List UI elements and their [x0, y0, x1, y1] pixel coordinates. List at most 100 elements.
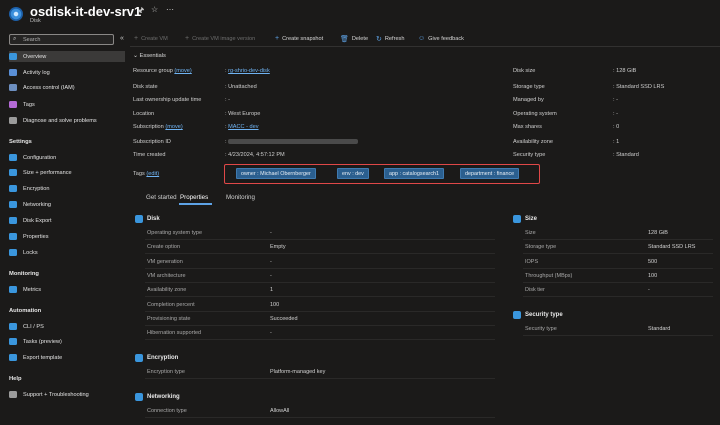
property-key: Provisioning state	[147, 315, 191, 322]
sidebar-item-label: Disk Export	[23, 217, 52, 224]
move-link[interactable]: (move)	[174, 68, 191, 74]
sidebar-item-encryption[interactable]: Encryption	[9, 183, 125, 194]
lock-icon	[9, 249, 17, 256]
essentials-value: : Unattached	[225, 84, 257, 90]
pin-icon[interactable]: 🖈︎	[137, 5, 144, 19]
essentials-value: : -	[613, 97, 618, 103]
tag-chip[interactable]: department : finance	[460, 168, 520, 179]
section-title: Disk	[135, 215, 160, 223]
delete-button[interactable]: 🗑︎ Delete	[340, 35, 368, 43]
feedback-icon: ☺	[418, 35, 426, 42]
sidebar-item-tasks-preview[interactable]: Tasks (preview)	[9, 336, 125, 347]
encryption-icon	[135, 354, 143, 362]
sidebar-item-metrics[interactable]: Metrics	[9, 284, 125, 295]
essentials-key: Max shares	[513, 124, 542, 130]
property-value: 100	[270, 301, 280, 308]
configuration-icon	[9, 154, 17, 161]
property-key: Connection type	[147, 408, 187, 414]
plus-icon: +	[275, 35, 280, 42]
sidebar-item-networking[interactable]: Networking	[9, 199, 125, 210]
essentials-value: :	[225, 139, 359, 145]
sidebar-item-label: Support + Troubleshooting	[23, 391, 89, 398]
sidebar-item-support-troubleshooting[interactable]: Support + Troubleshooting	[9, 389, 125, 400]
essentials-key: Time created	[133, 152, 166, 158]
sidebar-item-disk-export[interactable]: Disk Export	[9, 215, 125, 226]
sidebar-item-configuration[interactable]: Configuration	[9, 152, 125, 163]
networking-icon	[9, 201, 17, 208]
property-key: VM generation	[147, 258, 183, 265]
collapse-sidebar-icon[interactable]: «	[120, 35, 124, 42]
give-feedback-button[interactable]: ☺ Give feedback	[418, 35, 464, 42]
search-input[interactable]: ⌕ Search	[9, 34, 114, 45]
create-snapshot-button[interactable]: + Create snapshot	[275, 35, 323, 42]
create-vm-image-button[interactable]: + Create VM image version	[185, 35, 255, 42]
row-divider	[145, 296, 495, 298]
tag-chip[interactable]: owner : Michael Obernberger	[236, 168, 316, 179]
star-icon[interactable]: ☆	[151, 5, 158, 14]
tasks-icon	[9, 338, 17, 345]
subscription-link[interactable]: MACC - dev	[228, 124, 258, 130]
tab-properties[interactable]: Properties	[180, 194, 208, 201]
essentials-key: Last ownership update time	[133, 97, 202, 103]
property-key: Create option	[147, 244, 181, 251]
sidebar-item-tags[interactable]: Tags	[9, 99, 125, 110]
section-title: Networking	[135, 393, 180, 401]
page-title: osdisk-it-dev-srv1	[30, 4, 142, 19]
essentials-key: Subscription ID	[133, 139, 171, 145]
sidebar-item-label: Locks	[23, 249, 38, 256]
edit-tags-link[interactable]: (edit)	[146, 171, 159, 177]
export-icon	[9, 217, 17, 224]
disk-icon	[135, 215, 143, 223]
refresh-button[interactable]: ↻ Refresh	[376, 35, 404, 43]
section-title: Size	[513, 215, 537, 223]
essentials-row: Resource group (move)	[133, 68, 192, 74]
sidebar-item-diagnose-and-solve-problems[interactable]: Diagnose and solve problems	[9, 115, 125, 126]
property-value: 100	[648, 272, 658, 279]
tag-chip[interactable]: env : dev	[337, 168, 369, 179]
security-icon	[513, 311, 521, 319]
row-divider	[145, 239, 495, 240]
property-key: Availability zone	[147, 287, 187, 294]
essentials-key: Operating system	[513, 111, 557, 117]
property-value: -	[270, 330, 272, 337]
property-key: Completion percent	[147, 301, 195, 308]
tab-get-started[interactable]: Get started	[146, 194, 177, 201]
sidebar-item-activity-log[interactable]: Activity log	[9, 67, 125, 78]
refresh-icon: ↻	[376, 36, 382, 43]
essentials-value: : 128 GiB	[613, 68, 637, 74]
move-link[interactable]: (move)	[165, 124, 182, 130]
essentials-value: : 1	[613, 139, 620, 145]
sidebar-section-title: Settings	[9, 139, 32, 145]
essentials-toggle[interactable]: ⌄ Essentials	[133, 53, 166, 59]
sidebar-item-properties[interactable]: Properties	[9, 231, 125, 242]
property-key: IOPS	[525, 258, 539, 265]
sidebar-item-overview[interactable]: Overview	[9, 51, 125, 62]
essentials-key: Disk size	[513, 68, 536, 74]
tag-chip[interactable]: app : catalogsearch1	[384, 168, 445, 179]
row-divider	[145, 417, 495, 418]
plus-icon: +	[134, 35, 139, 42]
size-icon	[9, 169, 17, 176]
essentials-value: : Standard	[613, 152, 639, 158]
sidebar-item-cli-ps[interactable]: CLI / PS	[9, 321, 125, 332]
sidebar-item-size-performance[interactable]: Size + performance	[9, 167, 125, 178]
property-key: Throughput (MBps)	[525, 272, 573, 279]
sidebar-item-label: Properties	[23, 233, 49, 240]
sidebar-item-locks[interactable]: Locks	[9, 247, 125, 258]
row-divider	[145, 339, 495, 341]
row-divider	[145, 378, 495, 379]
property-value: 500	[648, 258, 658, 265]
tab-monitoring[interactable]: Monitoring	[226, 194, 255, 201]
resource-group-link[interactable]: rg-shrio-dev-disk	[228, 68, 270, 74]
sidebar-item-access-control-iam[interactable]: Access control (IAM)	[9, 82, 125, 93]
size-icon	[513, 215, 521, 223]
create-vm-button[interactable]: + Create VM	[134, 35, 168, 42]
sidebar-section-title: Automation	[9, 308, 42, 314]
page-header: osdisk-it-dev-srv1 Disk 🖈︎ ☆ ⋯	[0, 0, 720, 30]
sidebar-item-label: Encryption	[23, 185, 50, 192]
sidebar-item-export-template[interactable]: Export template	[9, 352, 125, 363]
ellipsis-icon[interactable]: ⋯	[166, 5, 174, 14]
row-divider	[523, 296, 713, 298]
section-title: Encryption	[135, 354, 178, 362]
row-divider	[523, 239, 713, 240]
